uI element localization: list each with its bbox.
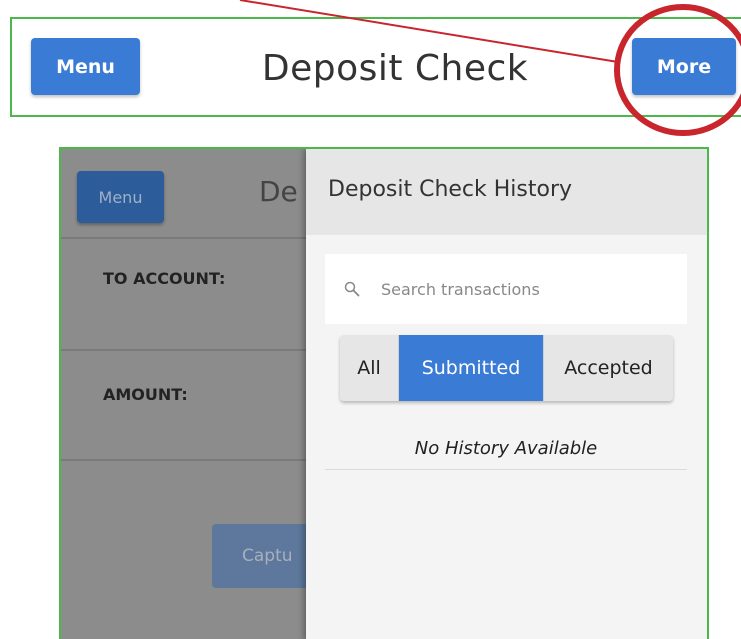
drawer-header: Deposit Check History: [306, 149, 707, 235]
filter-segmented-control: All Submitted Accepted: [340, 335, 673, 401]
menu-button[interactable]: Menu: [31, 38, 140, 95]
dimmed-page-title: De: [259, 175, 298, 208]
dimmed-deposit-screen: Menu De TO ACCOUNT: AMOUNT: Captu: [61, 149, 322, 639]
history-drawer: Deposit Check History All Submitted Acce…: [306, 149, 707, 639]
filter-all-button[interactable]: All: [340, 335, 399, 401]
to-account-label: TO ACCOUNT:: [103, 269, 226, 288]
filter-submitted-button[interactable]: Submitted: [399, 335, 544, 401]
history-drawer-screenshot: Menu De TO ACCOUNT: AMOUNT: Captu Deposi…: [59, 147, 709, 639]
dimmed-menu-button: Menu: [77, 171, 164, 223]
more-button[interactable]: More: [632, 38, 736, 95]
search-input[interactable]: [379, 278, 659, 300]
to-account-row: TO ACCOUNT:: [61, 241, 306, 351]
drawer-title: Deposit Check History: [328, 177, 573, 202]
search-icon: [343, 280, 361, 298]
filter-accepted-button[interactable]: Accepted: [544, 335, 673, 401]
amount-label: AMOUNT:: [103, 385, 188, 404]
dimmed-header: Menu De: [61, 149, 306, 239]
search-box[interactable]: [325, 254, 687, 324]
empty-history-message: No History Available: [325, 438, 687, 470]
page-title: Deposit Check: [261, 47, 529, 89]
amount-row: AMOUNT:: [61, 353, 306, 461]
